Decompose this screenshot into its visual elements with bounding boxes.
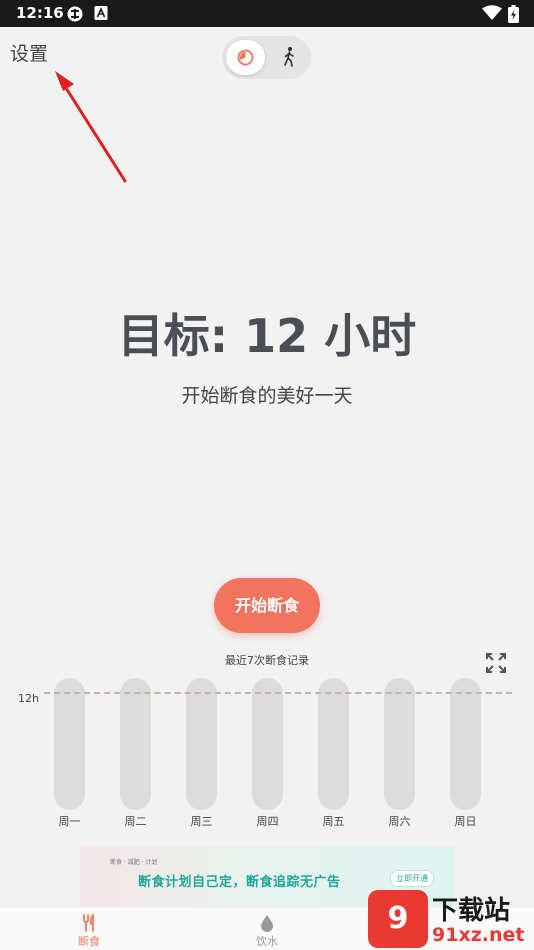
goal-subtitle: 开始断食的美好一天 [181,385,353,407]
walking-mode-option[interactable] [272,40,307,75]
goal-title: 目标: 12 小时 [117,309,417,363]
watermark-badge: 9 [368,890,428,948]
x-tick-label: 周日 [454,815,477,828]
bar-5 [384,678,415,810]
timer-icon [237,49,254,66]
ad-cta-button[interactable]: 立即开通 [390,870,434,887]
expand-icon[interactable] [485,652,507,678]
watermark-url: 91xz.net [432,924,525,946]
start-fasting-button[interactable]: 开始断食 [214,578,320,633]
bar-3 [252,678,283,810]
x-tick-label: 周四 [256,815,279,828]
goal-line [44,692,512,694]
chart-title: 最近7次断食记录 [225,654,309,667]
walking-person-icon [284,47,294,67]
mode-toggle[interactable] [222,36,311,79]
x-tick-label: 周六 [388,815,411,828]
tab-water[interactable]: 饮水 [217,908,317,950]
bar-4 [318,678,349,810]
app-notification-icon [94,5,108,25]
sync-icon [66,5,84,27]
bar-6 [450,678,481,810]
tab-fasting[interactable]: 断食 [39,908,139,950]
status-bar: 12:16 [0,0,534,27]
status-time: 12:16 [16,4,64,22]
battery-charging-icon [508,5,519,27]
x-tick-label: 周五 [322,815,345,828]
goal-line-label: 12h [18,692,39,705]
bar-2 [186,678,217,810]
watermark-title: 下载站 [432,896,511,926]
bar-0 [54,678,85,810]
fasting-mode-option[interactable] [226,40,265,75]
bar-1 [120,678,151,810]
x-tick-label: 周三 [190,815,213,828]
x-tick-label: 周二 [124,815,147,828]
x-tick-label: 周一 [58,815,81,828]
ad-tag: 断食 · 减肥 · 计划 [110,859,158,866]
watermark-logo: 9 下载站 91xz.net [368,888,534,950]
tab-water-label: 饮水 [256,935,278,948]
tab-fasting-label: 断食 [78,935,100,948]
settings-link[interactable]: 设置 [10,39,48,66]
ad-text: 断食计划自己定，断食追踪无广告 [138,875,341,890]
wifi-icon [482,5,502,25]
